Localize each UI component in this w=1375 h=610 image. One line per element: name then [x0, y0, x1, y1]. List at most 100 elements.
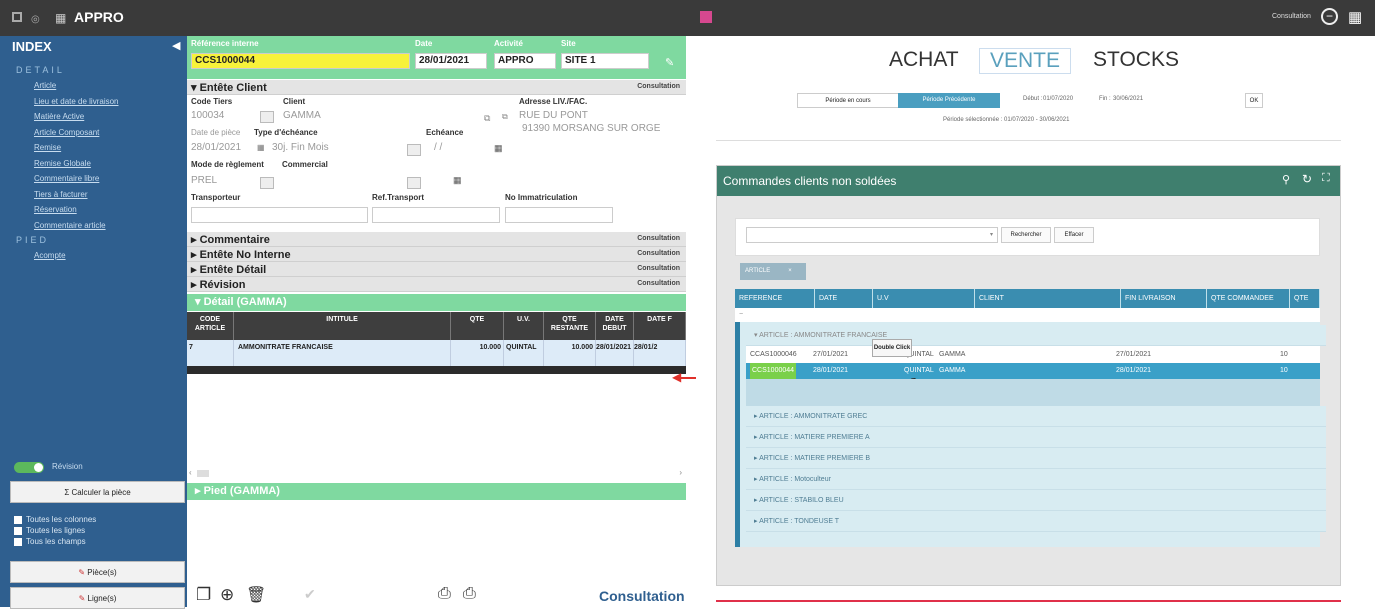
debut-value[interactable]: 01/07/2020 — [1043, 96, 1073, 102]
code-tiers-value[interactable]: 100034 — [191, 110, 224, 121]
date-input[interactable]: 28/01/2021 — [415, 53, 487, 69]
group-row[interactable]: ▸ ARTICLE : TONDEUSE T — [746, 511, 1326, 532]
clear-button[interactable]: Effacer — [1054, 227, 1094, 243]
chip-close-icon[interactable]: × — [788, 268, 792, 274]
collapse-icon[interactable]: ◀ — [172, 39, 180, 52]
activite-input[interactable]: APPRO — [494, 53, 556, 69]
filter-chip[interactable]: ARTICLE × — [740, 263, 806, 280]
table-row-selected[interactable]: CCS1000044 28/01/2021 QUINTAL GAMMA 28/0… — [746, 363, 1320, 379]
calc-piece-button[interactable]: Σ Calculer la pièce — [10, 481, 185, 503]
address-icon[interactable]: ⧉ — [502, 112, 508, 122]
print-settings-icon[interactable]: ⎙ — [463, 585, 476, 603]
option-all-fields[interactable]: Tous les champs — [14, 536, 96, 547]
table-row[interactable]: CCAS1000046 27/01/2021 QUINTAL GAMMA 27/… — [746, 346, 1320, 363]
site-input[interactable]: SITE 1 — [561, 53, 649, 69]
group-row[interactable]: ▸ ARTICLE : MATIERE PREMIERE A — [746, 427, 1326, 448]
col-uv[interactable]: U.V — [873, 289, 975, 308]
col-fin-livraison[interactable]: FIN LIVRAISON — [1121, 289, 1207, 308]
revision-toggle[interactable] — [14, 462, 44, 473]
refresh-icon[interactable]: ↻ — [1302, 172, 1312, 186]
sidebar-detail-item-1[interactable]: Lieu et date de livraison — [0, 94, 187, 110]
date-piece-value[interactable]: 28/01/2021 — [191, 142, 241, 153]
section-entete-detail[interactable]: ▸ Entête Détail Consultation — [187, 262, 686, 277]
section-commentaire[interactable]: ▸ Commentaire Consultation — [187, 232, 686, 247]
type-echeance-lookup[interactable] — [407, 144, 421, 156]
minus-circle-icon[interactable]: − — [1321, 8, 1338, 25]
fin-value[interactable]: 30/06/2021 — [1113, 96, 1143, 102]
entete-client-header[interactable]: ▾ Entête Client Consultation — [187, 80, 686, 95]
sidebar-detail-item-8[interactable]: Réservation — [0, 202, 187, 218]
group-row[interactable]: ▸ ARTICLE : MATIERE PREMIERE B — [746, 448, 1326, 469]
ref-input[interactable]: CCS1000044 — [191, 53, 410, 69]
section-entete-no-interne[interactable]: ▸ Entête No Interne Consultation — [187, 247, 686, 262]
section-revision[interactable]: ▸ Révision Consultation — [187, 277, 686, 292]
tab-stocks[interactable]: STOCKS — [1093, 48, 1179, 72]
mode-reglement-value[interactable]: PREL — [191, 175, 217, 186]
ok-button[interactable]: OK — [1245, 93, 1263, 108]
eye-icon[interactable]: ◎ — [31, 14, 40, 25]
group-expanded[interactable]: ▾ ARTICLE : AMMONITRATE FRANCAISE — [746, 325, 1326, 346]
col-qte-commandee[interactable]: QTE COMMANDEE — [1207, 289, 1290, 308]
new-line-row[interactable] — [187, 366, 686, 374]
book-icon[interactable]: ▦ — [55, 11, 66, 25]
pieces-button[interactable]: ✎ Pièce(s) — [10, 561, 185, 583]
sidebar-pied-item-0[interactable]: Acompte — [0, 248, 187, 264]
validate-icon[interactable]: ✔ — [304, 586, 316, 603]
trash-icon[interactable]: 🗑 — [246, 585, 266, 605]
search-button[interactable]: Rechercher — [1001, 227, 1051, 243]
col-date-fin[interactable]: DATE F — [634, 312, 686, 340]
col-client[interactable]: CLIENT — [975, 289, 1121, 308]
sidebar-detail-item-9[interactable]: Commentaire article — [0, 218, 187, 234]
col-code[interactable]: CODE ARTICLE — [187, 312, 234, 340]
period-current-button[interactable]: Période en cours — [797, 93, 899, 108]
immatriculation-input[interactable] — [505, 207, 613, 223]
sidebar-detail-item-0[interactable]: Article — [0, 78, 187, 94]
code-tiers-lookup[interactable] — [260, 111, 274, 123]
col-intitule[interactable]: INTITULE — [234, 312, 451, 340]
option-all-lines[interactable]: Toutes les lignes — [14, 525, 96, 536]
print-icon[interactable]: ⎙ — [438, 585, 451, 603]
col-date-debut[interactable]: DATE DEBUT — [596, 312, 634, 340]
sidebar-detail-item-5[interactable]: Remise Globale — [0, 156, 187, 172]
grid-menu-icon[interactable]: ▦ — [1348, 8, 1362, 26]
expand-icon[interactable]: ⛶ — [1322, 172, 1330, 185]
copy-doc-icon[interactable]: ❐ — [196, 585, 211, 605]
tab-achat[interactable]: ACHAT — [889, 48, 959, 72]
tab-vente[interactable]: VENTE — [979, 48, 1072, 74]
commercial-lookup[interactable] — [407, 177, 421, 189]
menu-icon[interactable] — [12, 12, 22, 22]
transporteur-input[interactable] — [191, 207, 368, 223]
group-row[interactable]: ▸ ARTICLE : Motoculteur — [746, 469, 1326, 490]
sidebar-detail-item-6[interactable]: Commentaire libre — [0, 171, 187, 187]
mode-reglement-lookup[interactable] — [260, 177, 274, 189]
sidebar-detail-item-3[interactable]: Article Composant — [0, 125, 187, 141]
echeance-calendar-icon[interactable]: ▦ — [494, 143, 503, 154]
edit-icon[interactable]: ✎ — [665, 56, 674, 69]
period-previous-button[interactable]: Période Précédente — [898, 93, 1000, 108]
col-qte[interactable]: QTE — [451, 312, 504, 340]
option-all-columns[interactable]: Toutes les colonnes — [14, 514, 96, 525]
sidebar-detail-item-4[interactable]: Remise — [0, 140, 187, 156]
type-echeance-value[interactable]: 30j. Fin Mois — [272, 142, 329, 153]
col-uv[interactable]: U.V. — [504, 312, 544, 340]
sidebar-detail-item-2[interactable]: Matière Active — [0, 109, 187, 125]
copy-icon[interactable]: ⧉ — [484, 113, 490, 124]
calendar-icon[interactable]: ▦ — [257, 143, 265, 152]
filter-icon[interactable]: ⚲ — [1282, 173, 1290, 186]
detail-section-header[interactable]: ▾ Détail (GAMMA) — [187, 294, 686, 311]
echeance-value[interactable]: / / — [434, 142, 442, 153]
lignes-button[interactable]: ✎ Ligne(s) — [10, 587, 185, 609]
search-input[interactable]: ▾ — [746, 227, 998, 243]
horizontal-scrollbar[interactable]: ‹ › — [187, 468, 686, 479]
col-qte-restante[interactable]: QTE RESTANTE — [544, 312, 596, 340]
group-row[interactable]: ▸ ARTICLE : AMMONITRATE GREC — [746, 406, 1326, 427]
add-icon[interactable]: ⊕ — [220, 585, 234, 605]
commercial-grid-icon[interactable]: ▦ — [453, 175, 462, 186]
group-row[interactable]: ▸ ARTICLE : STABILO BLEU — [746, 490, 1326, 511]
ref-transport-input[interactable] — [372, 207, 500, 223]
col-date[interactable]: DATE — [815, 289, 873, 308]
col-reference[interactable]: REFERENCE — [735, 289, 815, 308]
pied-section-header[interactable]: ▸ Pied (GAMMA) — [187, 483, 686, 500]
col-qte-extra[interactable]: QTE — [1290, 289, 1320, 308]
column-filter-row[interactable]: − — [735, 308, 1320, 322]
